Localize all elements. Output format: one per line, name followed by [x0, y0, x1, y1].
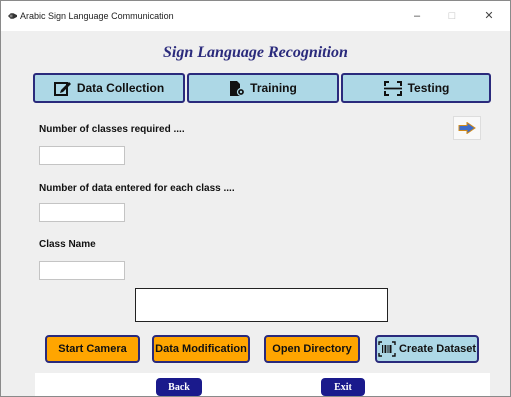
document-gear-icon	[230, 80, 246, 96]
data-modification-button[interactable]: Data Modification	[152, 335, 250, 363]
hand-icon	[8, 13, 17, 19]
next-button[interactable]	[453, 116, 481, 140]
tab-testing[interactable]: Testing	[341, 73, 491, 103]
tab-label: Testing	[407, 81, 450, 95]
data-count-label: Number of data entered for each class ..…	[39, 183, 235, 194]
data-count-input[interactable]	[39, 203, 125, 222]
close-button[interactable]: ✕	[476, 6, 502, 26]
tab-label: Data Collection	[76, 81, 165, 95]
edit-icon	[53, 82, 71, 96]
page-title: Sign Language Recognition	[163, 44, 348, 61]
open-directory-button[interactable]: Open Directory	[264, 335, 360, 363]
classes-label: Number of classes required ....	[39, 124, 185, 135]
tab-label: Training	[250, 81, 297, 95]
create-dataset-label: Create Dataset	[398, 343, 477, 355]
tab-training[interactable]: Training	[187, 73, 339, 103]
classes-input[interactable]	[39, 146, 125, 165]
exit-button[interactable]: Exit	[321, 378, 365, 396]
footer-bar: Back Exit	[35, 373, 490, 396]
start-camera-button[interactable]: Start Camera	[45, 335, 140, 363]
back-button[interactable]: Back	[156, 378, 202, 396]
class-name-input[interactable]	[39, 261, 125, 280]
scan-frame-icon	[383, 80, 402, 96]
tab-data-collection[interactable]: Data Collection	[33, 73, 185, 103]
minimize-button[interactable]: –	[404, 6, 430, 26]
app-window: Arabic Sign Language Communication – □ ✕…	[0, 0, 511, 397]
title-bar: Arabic Sign Language Communication – □ ✕	[1, 1, 510, 31]
output-text-area[interactable]	[135, 288, 388, 322]
maximize-button[interactable]: □	[439, 6, 465, 26]
window-title: Arabic Sign Language Communication	[20, 11, 174, 21]
create-dataset-button[interactable]: Create Dataset	[375, 335, 479, 363]
barcode-icon	[378, 341, 396, 357]
class-name-label: Class Name	[39, 239, 96, 250]
arrow-right-icon	[458, 122, 476, 134]
